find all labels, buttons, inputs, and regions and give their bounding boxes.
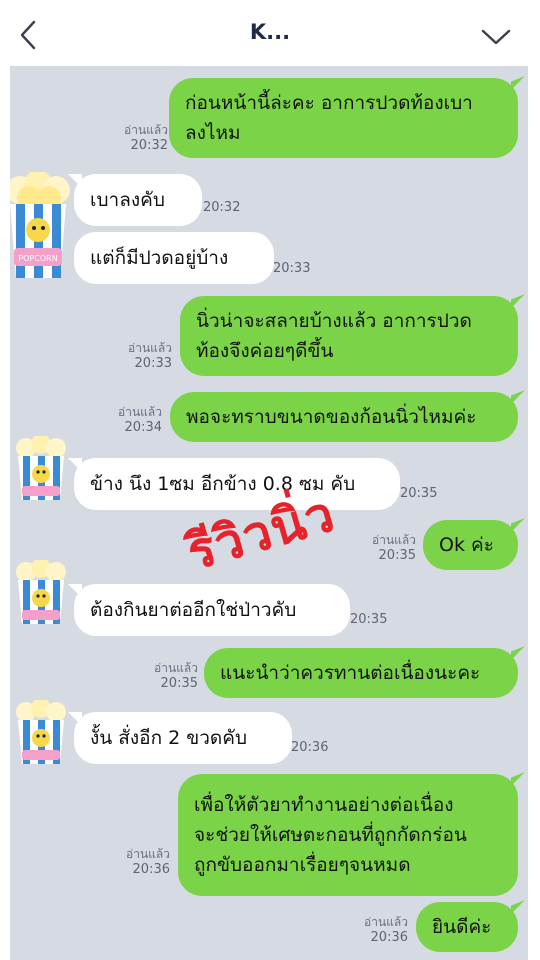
message-text: เบาลงคับ <box>90 189 165 211</box>
read-label: อ่านแล้ว <box>372 533 416 547</box>
bubble-tail <box>511 294 525 308</box>
incoming-message[interactable]: งั้น สั่งอีก 2 ขวดคับ <box>74 712 292 764</box>
outgoing-message[interactable]: ก่อนหน้านี้ล่ะคะ อาการปวดท้องเบา ลงไหม <box>169 78 518 158</box>
incoming-message[interactable]: เบาลงคับ <box>74 174 202 226</box>
read-label: อ่านแล้ว <box>128 341 172 355</box>
bubble-tail <box>511 772 525 786</box>
outgoing-message[interactable]: พอจะทราบขนาดของก้อนนิ่วไหมค่ะ <box>170 392 518 442</box>
message-time: 20:35 <box>160 676 198 691</box>
message-time: 20:36 <box>291 740 329 755</box>
message-time: 20:36 <box>132 862 170 877</box>
bubble-tail <box>511 76 525 90</box>
message-time: 20:32 <box>130 138 168 153</box>
message-text: ยินดีค่ะ <box>432 916 492 938</box>
message-text: ต้องกินยาต่ออีกใช่ป่าวคับ <box>90 599 297 621</box>
message-time: 20:33 <box>134 356 172 371</box>
message-meta: อ่านแล้ว 20:36 <box>118 846 170 878</box>
read-label: อ่านแล้ว <box>124 123 168 137</box>
incoming-message[interactable]: แต่ก็มีปวดอยู่บ้าง <box>74 232 274 284</box>
contact-avatar[interactable] <box>12 560 70 626</box>
message-meta: อ่านแล้ว 20:32 <box>116 122 168 154</box>
message-time: 20:34 <box>124 420 162 435</box>
svg-text:POPCORN: POPCORN <box>18 254 57 263</box>
message-text: เพื่อให้ตัวยาทำงานอย่างต่อเนื่อง จะช่วยใ… <box>194 794 467 876</box>
bubble-tail <box>511 900 525 914</box>
message-time: 20:35 <box>350 612 388 627</box>
bubble-tail <box>511 646 525 660</box>
incoming-message[interactable]: ต้องกินยาต่ออีกใช่ป่าวคับ <box>74 584 350 636</box>
read-label: อ่านแล้ว <box>118 405 162 419</box>
message-meta: อ่านแล้ว 20:34 <box>110 404 162 436</box>
message-text: ก่อนหน้านี้ล่ะคะ อาการปวดท้องเบา ลงไหม <box>185 92 473 144</box>
message-text: แนะนำว่าควรทานต่อเนื่องนะคะ <box>220 662 481 684</box>
message-text: แต่ก็มีปวดอยู่บ้าง <box>90 247 229 269</box>
contact-avatar[interactable]: POPCORN <box>10 172 74 284</box>
chat-title[interactable]: K... <box>0 20 540 44</box>
read-label: อ่านแล้ว <box>154 661 198 675</box>
outgoing-message[interactable]: ยินดีค่ะ <box>416 902 518 952</box>
bubble-tail <box>511 390 525 404</box>
chat-header: K... <box>0 0 540 66</box>
read-label: อ่านแล้ว <box>364 915 408 929</box>
outgoing-message[interactable]: เพื่อให้ตัวยาทำงานอย่างต่อเนื่อง จะช่วยใ… <box>178 774 518 896</box>
message-time: 20:36 <box>370 930 408 945</box>
message-text: Ok ค่ะ <box>439 534 494 556</box>
chevron-down-icon[interactable] <box>480 26 512 48</box>
message-text: นิ่วน่าจะสลายบ้างแล้ว อาการปวด ท้องจึงค่… <box>196 310 472 362</box>
read-label: อ่านแล้ว <box>126 847 170 861</box>
message-meta: อ่านแล้ว 20:36 <box>356 914 408 946</box>
message-time: 20:35 <box>400 486 438 501</box>
contact-avatar[interactable] <box>12 436 70 502</box>
message-time: 20:32 <box>203 200 241 215</box>
outgoing-message[interactable]: นิ่วน่าจะสลายบ้างแล้ว อาการปวด ท้องจึงค่… <box>180 296 518 376</box>
message-text: งั้น สั่งอีก 2 ขวดคับ <box>90 727 248 749</box>
message-time: 20:33 <box>273 261 311 276</box>
outgoing-message[interactable]: แนะนำว่าควรทานต่อเนื่องนะคะ <box>204 648 518 698</box>
outgoing-message[interactable]: Ok ค่ะ <box>423 520 518 570</box>
message-meta: อ่านแล้ว 20:35 <box>146 660 198 692</box>
bubble-tail <box>511 518 525 532</box>
contact-avatar[interactable] <box>12 700 70 766</box>
message-text: พอจะทราบขนาดของก้อนนิ่วไหมค่ะ <box>186 406 477 428</box>
message-time: 20:35 <box>378 548 416 563</box>
message-meta: อ่านแล้ว 20:33 <box>120 340 172 372</box>
message-meta: อ่านแล้ว 20:35 <box>364 532 416 564</box>
